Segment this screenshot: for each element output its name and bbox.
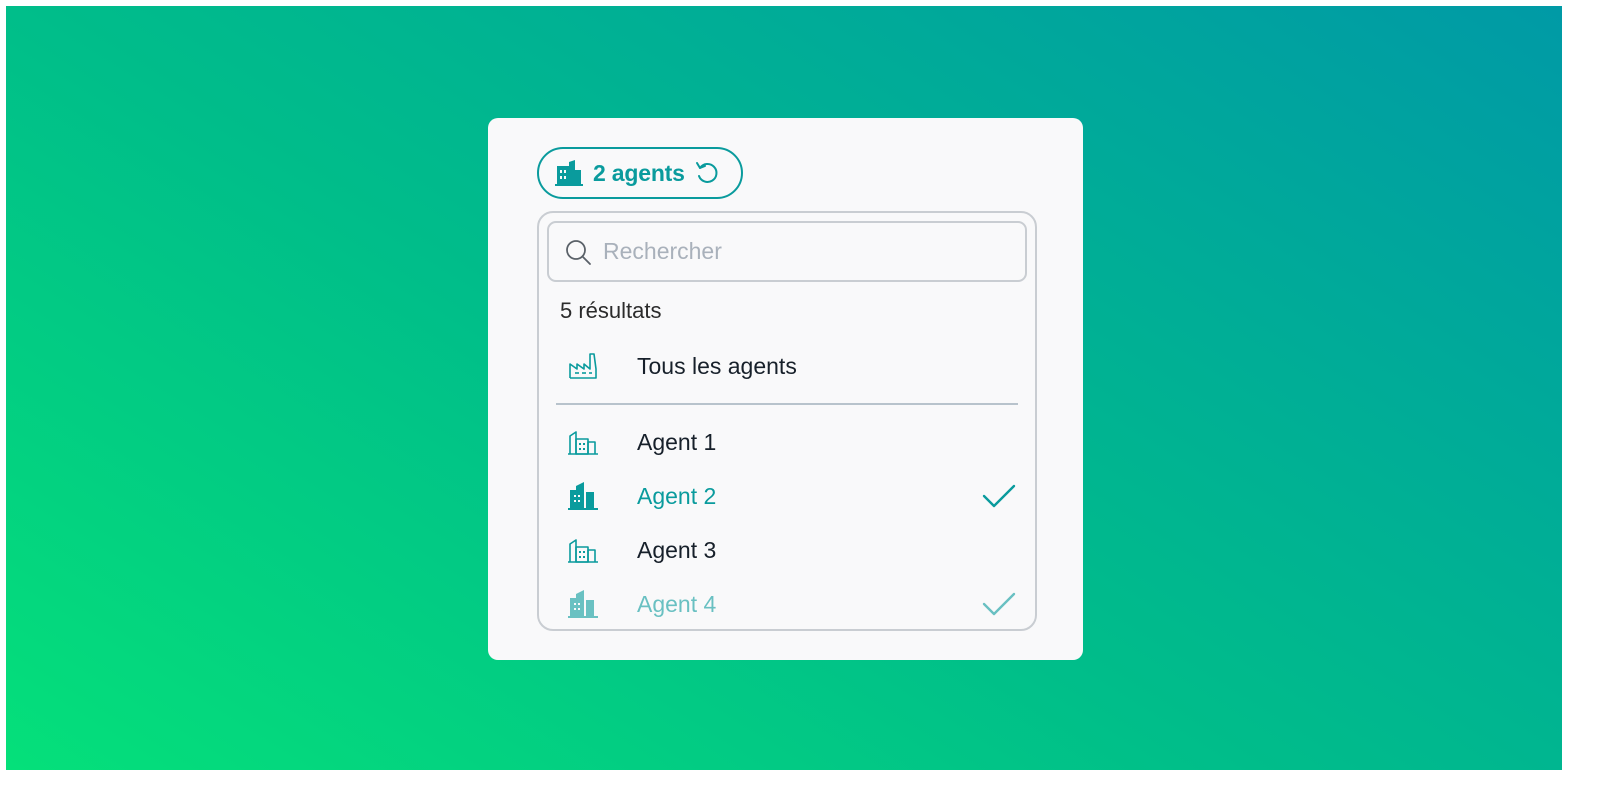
building-filled-icon <box>555 160 583 186</box>
option-agent-4[interactable]: Agent 4 <box>539 581 1035 627</box>
divider <box>556 403 1018 405</box>
agents-filter-chip[interactable]: 2 agents <box>537 147 743 199</box>
agent-label: Agent 1 <box>637 428 717 455</box>
agent-label: Agent 4 <box>637 590 717 617</box>
agent-label: Agent 2 <box>637 482 717 509</box>
factory-icon <box>569 353 597 379</box>
option-agent-2[interactable]: Agent 2 <box>539 473 1035 519</box>
reset-icon[interactable] <box>693 159 721 187</box>
building-outline-icon <box>568 431 598 455</box>
filter-card: 2 agents 5 résultats Tous l <box>488 118 1083 660</box>
checkmark-icon <box>982 484 1016 508</box>
option-all-agents-label: Tous les agents <box>637 352 797 379</box>
agents-dropdown: 5 résultats Tous les agents <box>537 211 1037 631</box>
results-count: 5 résultats <box>560 298 662 323</box>
option-agent-3[interactable]: Agent 3 <box>539 527 1035 573</box>
agent-label: Agent 3 <box>637 536 717 563</box>
search-icon <box>566 239 591 265</box>
building-filled-icon <box>568 590 598 618</box>
building-filled-icon <box>568 482 598 510</box>
option-agent-1[interactable]: Agent 1 <box>539 419 1035 465</box>
search-input[interactable] <box>601 237 1005 266</box>
chip-label: 2 agents <box>593 159 685 186</box>
checkmark-icon <box>982 592 1016 616</box>
search-box <box>547 221 1027 282</box>
option-all-agents[interactable]: Tous les agents <box>539 343 1035 389</box>
building-outline-icon <box>568 539 598 563</box>
